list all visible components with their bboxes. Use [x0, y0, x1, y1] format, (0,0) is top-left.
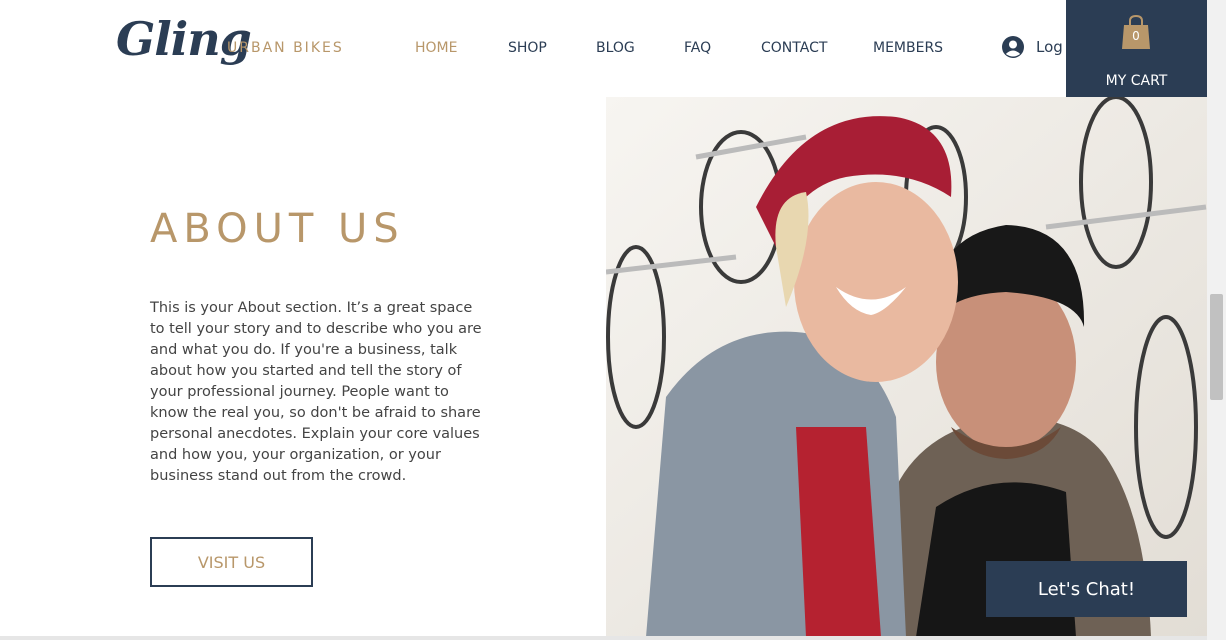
hero-photo: [606, 97, 1207, 637]
logo[interactable]: Gling: [116, 12, 252, 66]
scrollbar-thumb[interactable]: [1210, 294, 1223, 400]
nav-item-home[interactable]: HOME: [415, 40, 457, 56]
cart-button[interactable]: 0 MY CART: [1066, 0, 1207, 98]
user-avatar-icon: [1002, 36, 1024, 58]
cart-count: 0: [1132, 29, 1140, 43]
nav-item-contact[interactable]: CONTACT: [761, 40, 827, 56]
logo-tagline: URBAN BIKES: [227, 40, 344, 56]
page-scrollbar[interactable]: [1207, 0, 1226, 640]
nav-item-members[interactable]: MEMBERS: [873, 40, 943, 56]
login-label: Log: [1036, 38, 1063, 56]
cart-label: MY CART: [1105, 73, 1168, 89]
chat-button[interactable]: Let's Chat!: [986, 561, 1187, 617]
about-text: This is your About section. It’s a great…: [150, 300, 482, 484]
nav-item-faq[interactable]: FAQ: [684, 40, 711, 56]
page-bottom-border: [0, 636, 1207, 640]
page-title: ABOUT US: [150, 206, 405, 252]
nav-item-blog[interactable]: BLOG: [596, 40, 635, 56]
visit-us-button[interactable]: VISIT US: [150, 537, 313, 587]
nav-item-shop[interactable]: SHOP: [508, 40, 547, 56]
login-button[interactable]: Log: [1002, 36, 1063, 58]
couple-with-bikes-image: [606, 97, 1207, 637]
